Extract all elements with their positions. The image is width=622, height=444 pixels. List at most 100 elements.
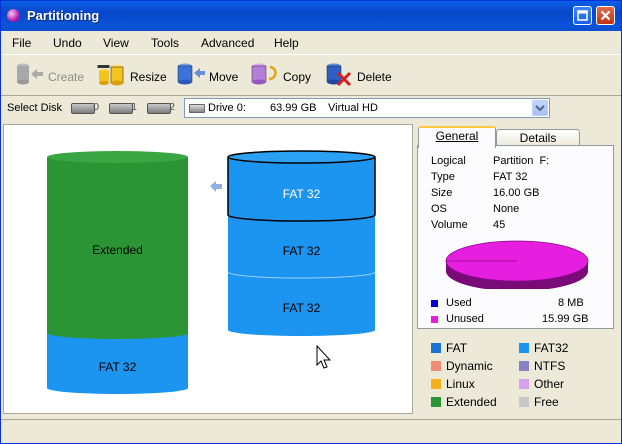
status-bar xyxy=(1,419,621,444)
drive-dropdown[interactable]: Drive 0: 63.99 GB Virtual HD xyxy=(184,98,550,118)
unused-value: 15.99 GB xyxy=(542,313,589,325)
create-label: Create xyxy=(48,70,85,84)
disk-2-button[interactable]: 2 xyxy=(147,101,177,115)
fat32-label: FAT 32 xyxy=(98,360,137,374)
drive-type: Virtual HD xyxy=(328,102,378,114)
properties-panel: General Details Logical Partition F: Typ… xyxy=(417,124,617,414)
hard-disk-icon xyxy=(71,103,95,114)
partitioning-window: Partitioning File Undo View Tools Advanc… xyxy=(0,0,622,444)
move-label: Move xyxy=(209,70,239,84)
cursor-icon xyxy=(316,344,332,369)
delete-label: Delete xyxy=(357,70,392,84)
move-arrow-icon xyxy=(210,181,222,192)
used-label: Used xyxy=(446,297,472,309)
partition-label: FAT 32 xyxy=(282,301,321,315)
legend-swatch xyxy=(431,397,441,407)
drive-name: Drive 0: xyxy=(208,102,246,114)
disk-number: 0 xyxy=(93,102,100,113)
unused-swatch xyxy=(431,316,438,323)
copy-icon xyxy=(251,63,277,85)
copy-label: Copy xyxy=(283,70,312,84)
volume-key: Volume xyxy=(431,219,468,231)
partition-canvas[interactable]: Extended FAT 32 FAT 32 FAT 32 FAT 32 xyxy=(3,124,413,414)
hard-disk-icon xyxy=(109,103,133,114)
maximize-icon xyxy=(577,10,588,21)
menu-tools[interactable]: Tools xyxy=(151,36,179,50)
close-icon xyxy=(600,10,611,21)
menu-file[interactable]: File xyxy=(12,36,31,50)
legend-swatch xyxy=(519,379,529,389)
cylinder-bottom xyxy=(47,382,188,394)
resize-button[interactable]: Resize xyxy=(97,61,167,89)
legend-label: Dynamic xyxy=(446,359,493,373)
delete-icon xyxy=(326,63,352,87)
logical-value: Partition F: xyxy=(493,155,550,167)
cylinder-bottom xyxy=(228,324,375,336)
hard-disk-icon xyxy=(147,103,171,114)
type-value: FAT 32 xyxy=(493,171,528,183)
disk-number: 1 xyxy=(131,102,138,113)
os-value: None xyxy=(493,203,520,215)
type-key: Type xyxy=(431,171,455,183)
cylinder-top xyxy=(227,150,376,164)
logical-key: Logical xyxy=(431,155,466,167)
menu-bar: File Undo View Tools Advanced Help xyxy=(1,32,621,52)
legend-label: FAT xyxy=(446,341,468,355)
delete-button[interactable]: Delete xyxy=(324,61,394,89)
legend-label: FAT32 xyxy=(534,341,569,355)
legend-label: Linux xyxy=(446,377,475,391)
create-button[interactable]: Create xyxy=(15,61,85,89)
select-disk-label: Select Disk xyxy=(7,102,63,114)
cylinder-top xyxy=(47,151,188,163)
close-button[interactable] xyxy=(596,6,615,25)
legend-swatch xyxy=(431,343,441,353)
selected-partition-label: FAT 32 xyxy=(282,187,321,201)
chevron-down-icon xyxy=(535,105,545,112)
hard-disk-icon xyxy=(189,104,205,113)
tab-label: General xyxy=(435,129,479,143)
legend-label: Free xyxy=(534,395,559,409)
unused-label: Unused xyxy=(446,313,484,325)
create-icon xyxy=(17,63,43,85)
legend-label: NTFS xyxy=(534,359,566,373)
legend-swatch xyxy=(519,397,529,407)
general-tab-content: Logical Partition F: Type FAT 32 Size 16… xyxy=(417,145,614,329)
partition-divider xyxy=(47,327,188,339)
size-key: Size xyxy=(431,187,453,199)
tab-general[interactable]: General xyxy=(418,126,496,148)
disk-1-button[interactable]: 1 xyxy=(109,101,139,115)
volume-value: 45 xyxy=(493,219,506,231)
menu-view[interactable]: View xyxy=(103,36,129,50)
disk-0-button[interactable]: 0 xyxy=(71,101,101,115)
resize-icon xyxy=(97,64,124,86)
menu-advanced[interactable]: Advanced xyxy=(201,36,254,50)
used-swatch xyxy=(431,300,438,307)
disk-0-cylinder[interactable] xyxy=(47,151,188,394)
os-key: OS xyxy=(431,203,447,215)
disk-number: 2 xyxy=(169,102,176,113)
partition-label: FAT 32 xyxy=(282,244,321,258)
maximize-button[interactable] xyxy=(573,6,592,25)
legend-label: Other xyxy=(534,377,565,391)
tab-label: Details xyxy=(519,131,557,145)
move-button[interactable]: Move xyxy=(176,61,238,89)
resize-label: Resize xyxy=(130,70,167,84)
drive-size: 63.99 GB xyxy=(270,102,317,114)
title-bar[interactable]: Partitioning xyxy=(1,1,621,31)
size-value: 16.00 GB xyxy=(493,187,540,199)
menu-undo[interactable]: Undo xyxy=(53,36,82,50)
legend-swatch xyxy=(519,361,529,371)
legend-swatch xyxy=(431,361,441,371)
menu-help[interactable]: Help xyxy=(274,36,299,50)
dropdown-arrow[interactable] xyxy=(532,100,548,116)
legend-swatch xyxy=(519,343,529,353)
copy-button[interactable]: Copy xyxy=(250,61,312,89)
legend-label: Extended xyxy=(446,395,497,409)
usage-pie-chart xyxy=(445,240,589,289)
move-icon xyxy=(177,63,205,85)
legend-swatch xyxy=(431,379,441,389)
window-title: Partitioning xyxy=(27,8,100,23)
used-value: 8 MB xyxy=(558,297,584,309)
extended-label: Extended xyxy=(92,243,143,257)
toolbar: Create Resize Move Copy Delete xyxy=(1,54,621,96)
